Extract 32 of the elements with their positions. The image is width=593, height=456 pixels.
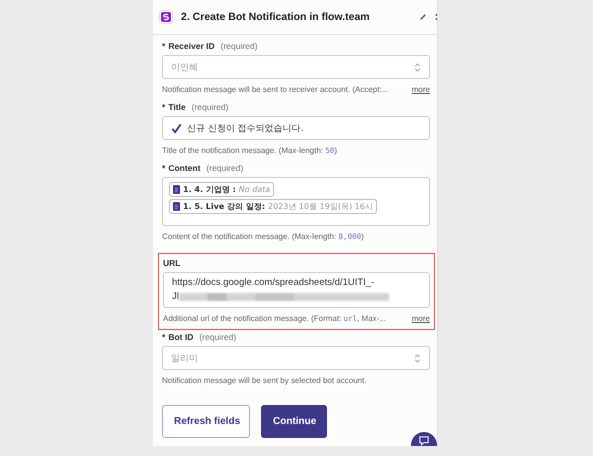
more-link[interactable]: more bbox=[412, 314, 430, 323]
field-label: Content bbox=[168, 163, 200, 173]
field-hint: Notification message will be sent by selected bot account. bbox=[162, 376, 367, 385]
field-label: Receiver ID bbox=[168, 41, 215, 51]
required-asterisk: * bbox=[162, 332, 166, 342]
more-link[interactable]: more bbox=[412, 85, 430, 94]
app-logo-icon bbox=[159, 10, 173, 24]
updown-caret-icon bbox=[414, 62, 421, 72]
pencil-icon[interactable] bbox=[419, 13, 427, 21]
input-field[interactable]: https://docs.google.com/spreadsheets/d/1UITI_- Jl bbox=[163, 272, 430, 308]
field-label: Bot ID bbox=[168, 332, 194, 342]
continue-button[interactable]: Continue bbox=[261, 405, 327, 438]
required-note: (required) bbox=[206, 163, 244, 173]
input-field[interactable]: 1. 4. 기업명 : No data 1. 5. Live 강의 일정: 2023년 10월 19일(목) 16시 bbox=[162, 177, 430, 226]
step-title: 2. Create Bot Notification in flow.team bbox=[181, 11, 371, 23]
document-icon bbox=[173, 185, 180, 194]
required-asterisk: * bbox=[162, 41, 166, 51]
input-field[interactable]: 신규 신청이 접수되었습니다. bbox=[162, 116, 430, 140]
required-asterisk: * bbox=[162, 102, 166, 112]
required-asterisk: * bbox=[162, 163, 166, 173]
field-hint: Notification message will be sent to receiver account. (Accept:... bbox=[162, 85, 388, 94]
data-token[interactable]: 1. 5. Live 강의 일정: 2023년 10월 19일(목) 16시 bbox=[169, 199, 377, 214]
field-label: URL bbox=[163, 258, 180, 268]
required-note: (required) bbox=[199, 332, 236, 342]
required-note: (required) bbox=[192, 102, 228, 112]
chat-icon bbox=[419, 436, 429, 446]
refresh-button[interactable]: Refresh fields bbox=[162, 405, 250, 438]
updown-caret-icon bbox=[414, 352, 421, 364]
required-note: (required) bbox=[220, 41, 258, 51]
field-label: Title bbox=[168, 102, 186, 112]
data-token[interactable]: 1. 4. 기업명 : No data bbox=[169, 182, 274, 197]
document-icon bbox=[173, 202, 180, 211]
